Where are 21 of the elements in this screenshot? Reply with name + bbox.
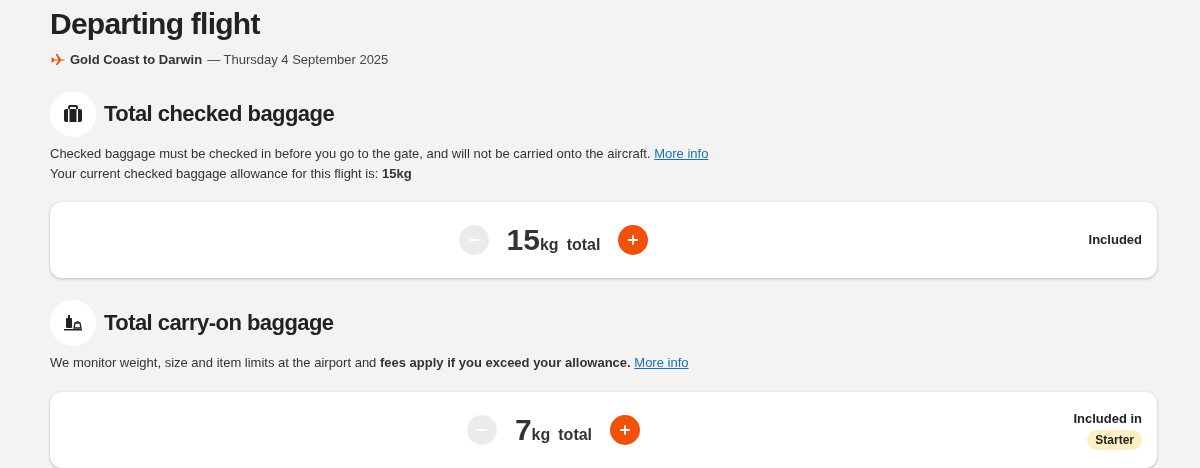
page-title: Departing flight [50,6,261,42]
section-description: We monitor weight, size and item limits at the airport and fees apply if you exceed your allowance. More info [50,353,690,372]
more-info-link[interactable]: More info [634,354,689,370]
weight-value: 15kg total [505,222,602,258]
flight-date: — Thursday 4 September 2025 [207,51,389,69]
increase-button[interactable] [618,224,649,255]
section-title: Total checked baggage [104,100,335,128]
included-status: Included [1088,230,1142,249]
section-description: Checked baggage must be checked in before you go to the gate, and will not be carried onto the aircraft. More info [50,144,710,163]
more-info-link[interactable]: More info [654,145,709,161]
plus-icon [620,424,631,435]
luggage-bag-icon [63,313,83,332]
flight-route: Gold Coast to Darwin [70,51,203,69]
suitcase-icon [63,104,83,123]
section-title: Total carry-on baggage [104,309,334,337]
included-status: Included in [1073,409,1142,428]
section-description: Your current checked baggage allowance for this flight is: 15kg [50,164,413,183]
plus-icon [628,234,639,245]
weight-value: 7kg total [513,412,594,448]
increase-button[interactable] [610,414,641,445]
fare-badge: Starter [1087,430,1142,451]
